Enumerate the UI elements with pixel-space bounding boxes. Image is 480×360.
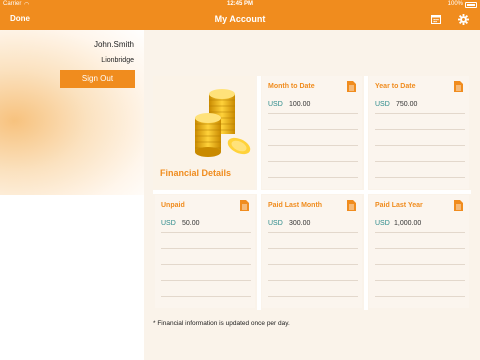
divider (161, 232, 251, 233)
divider (268, 177, 358, 178)
card-title: Paid Last Year (375, 202, 423, 209)
sidebar-background (0, 195, 144, 360)
divider (268, 280, 358, 281)
divider (375, 280, 465, 281)
divider (268, 232, 358, 233)
sign-out-button[interactable]: Sign Out (60, 70, 135, 88)
currency-label: USD (375, 220, 390, 227)
document-icon[interactable] (240, 200, 249, 211)
paid-last-month-card: Paid Last Month USD 300.00 (262, 195, 362, 308)
calendar-icon[interactable] (431, 14, 441, 24)
card-title: Month to Date (268, 83, 315, 90)
document-icon[interactable] (347, 81, 356, 92)
status-bar: Carrier ◠ 12:45 PM 100% (0, 0, 480, 10)
row-gutter (153, 190, 471, 194)
divider (161, 248, 251, 249)
battery-icon (465, 2, 477, 8)
divider (161, 264, 251, 265)
unpaid-card: Unpaid USD 50.00 (155, 195, 255, 308)
currency-label: USD (268, 101, 283, 108)
gear-icon[interactable] (458, 14, 469, 25)
footnote: * Financial information is updated once … (153, 320, 290, 327)
divider (268, 296, 358, 297)
currency-label: USD (375, 101, 390, 108)
clock: 12:45 PM (226, 1, 253, 7)
card-title: Year to Date (375, 83, 416, 90)
currency-label: USD (268, 220, 283, 227)
month-to-date-card: Month to Date USD 100.00 (262, 76, 362, 189)
divider (375, 264, 465, 265)
divider (161, 296, 251, 297)
nav-bar: Done My Account (0, 10, 480, 30)
card-title: Paid Last Month (268, 202, 323, 209)
financial-details-card: Financial Details (153, 76, 255, 189)
divider (268, 113, 358, 114)
document-icon[interactable] (454, 81, 463, 92)
amount-value: 750.00 (396, 101, 418, 108)
coins-icon (195, 89, 251, 157)
divider (375, 161, 465, 162)
divider (268, 161, 358, 162)
username: John.Smith (93, 40, 134, 49)
document-icon[interactable] (454, 200, 463, 211)
divider (375, 145, 465, 146)
company-name: Lionbridge (101, 57, 134, 64)
financial-details-title: Financial Details (160, 168, 232, 178)
amount-value: 1,000.00 (394, 220, 422, 227)
divider (268, 129, 358, 130)
divider (375, 177, 465, 178)
amount-value: 50.00 (182, 220, 200, 227)
divider (375, 232, 465, 233)
divider (268, 248, 358, 249)
amount-value: 300.00 (289, 220, 311, 227)
page-title: My Account (214, 14, 266, 24)
divider (375, 296, 465, 297)
divider (161, 280, 251, 281)
paid-last-year-card: Paid Last Year USD 1,000.00 (369, 195, 469, 308)
battery-percent: 100% (447, 1, 463, 7)
divider (375, 248, 465, 249)
divider (375, 129, 465, 130)
amount-value: 100.00 (289, 101, 311, 108)
divider (375, 113, 465, 114)
card-title: Unpaid (161, 202, 185, 209)
divider (268, 264, 358, 265)
document-icon[interactable] (347, 200, 356, 211)
divider (268, 145, 358, 146)
year-to-date-card: Year to Date USD 750.00 (369, 76, 469, 189)
account-sidebar: John.Smith Lionbridge Sign Out (0, 30, 144, 195)
currency-label: USD (161, 220, 176, 227)
